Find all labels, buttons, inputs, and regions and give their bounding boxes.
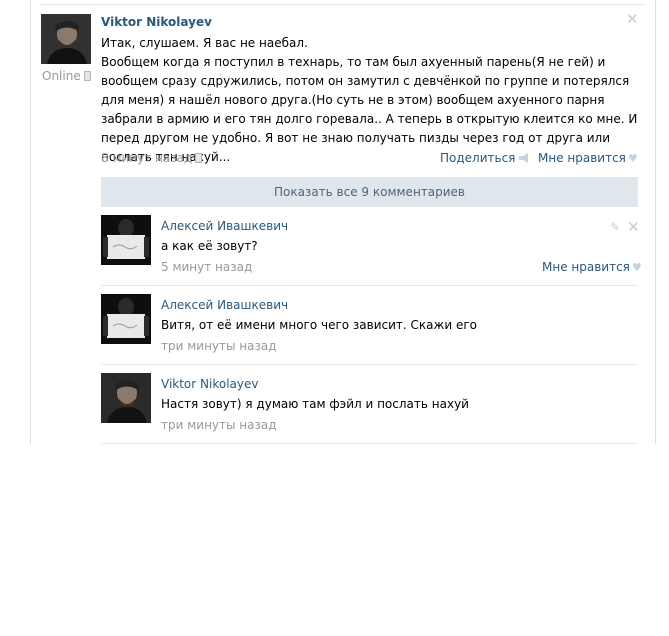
comment-author-avatar[interactable] <box>101 373 151 423</box>
comment-timestamp[interactable]: 5 минут назад <box>161 260 252 274</box>
comment-author-name[interactable]: Алексей Ивашкевич <box>161 298 288 312</box>
comment-author-name[interactable]: Алексей Ивашкевич <box>161 219 288 233</box>
post-text-line: Итак, слушаем. Я вас не наебал. <box>101 36 308 50</box>
comment-text: Витя, от её имени много чего зависит. Ск… <box>161 318 477 332</box>
comment-divider <box>101 443 638 444</box>
comment-author-name[interactable]: Viktor Nikolayev <box>161 377 258 391</box>
megaphone-icon <box>518 152 530 166</box>
comment-divider <box>101 285 638 286</box>
post-author-name[interactable]: Viktor Nikolayev <box>101 15 212 29</box>
comment-author-avatar[interactable] <box>101 294 151 344</box>
share-button[interactable]: Поделиться <box>440 151 530 166</box>
comment-divider <box>101 364 638 365</box>
comment-timestamp[interactable]: три минуты назад <box>161 418 277 432</box>
close-icon[interactable]: ✕ <box>626 12 639 27</box>
post-text: Итак, слушаем. Я вас не наебал. Вообщем … <box>101 34 641 167</box>
comment-text: а как её зовут? <box>161 239 258 253</box>
comment-timestamp[interactable]: три минуты назад <box>161 339 277 353</box>
top-divider <box>40 4 644 5</box>
post-author-avatar[interactable] <box>41 14 91 64</box>
pencil-icon[interactable]: ✎ <box>610 220 620 234</box>
show-all-comments-button[interactable]: Показать все 9 комментариев <box>101 177 638 207</box>
phone-icon <box>195 153 203 163</box>
comment-like-button[interactable]: Мне нравится ♥ <box>542 260 642 274</box>
heart-icon: ♥ <box>627 152 638 165</box>
comment-author-avatar[interactable] <box>101 215 151 265</box>
comment-text: Настя зовут) я думаю там фэйл и послать … <box>161 397 469 411</box>
close-icon[interactable]: ✕ <box>627 220 640 235</box>
phone-icon <box>83 71 91 81</box>
heart-icon: ♥ <box>631 261 642 274</box>
like-button[interactable]: Мне нравится ♥ <box>538 151 638 165</box>
online-status: Online <box>42 69 91 83</box>
post-timestamp[interactable]: 8 минут назад <box>101 151 203 165</box>
post-text-line: Вообщем когда я поступил в технарь, то т… <box>101 55 638 164</box>
